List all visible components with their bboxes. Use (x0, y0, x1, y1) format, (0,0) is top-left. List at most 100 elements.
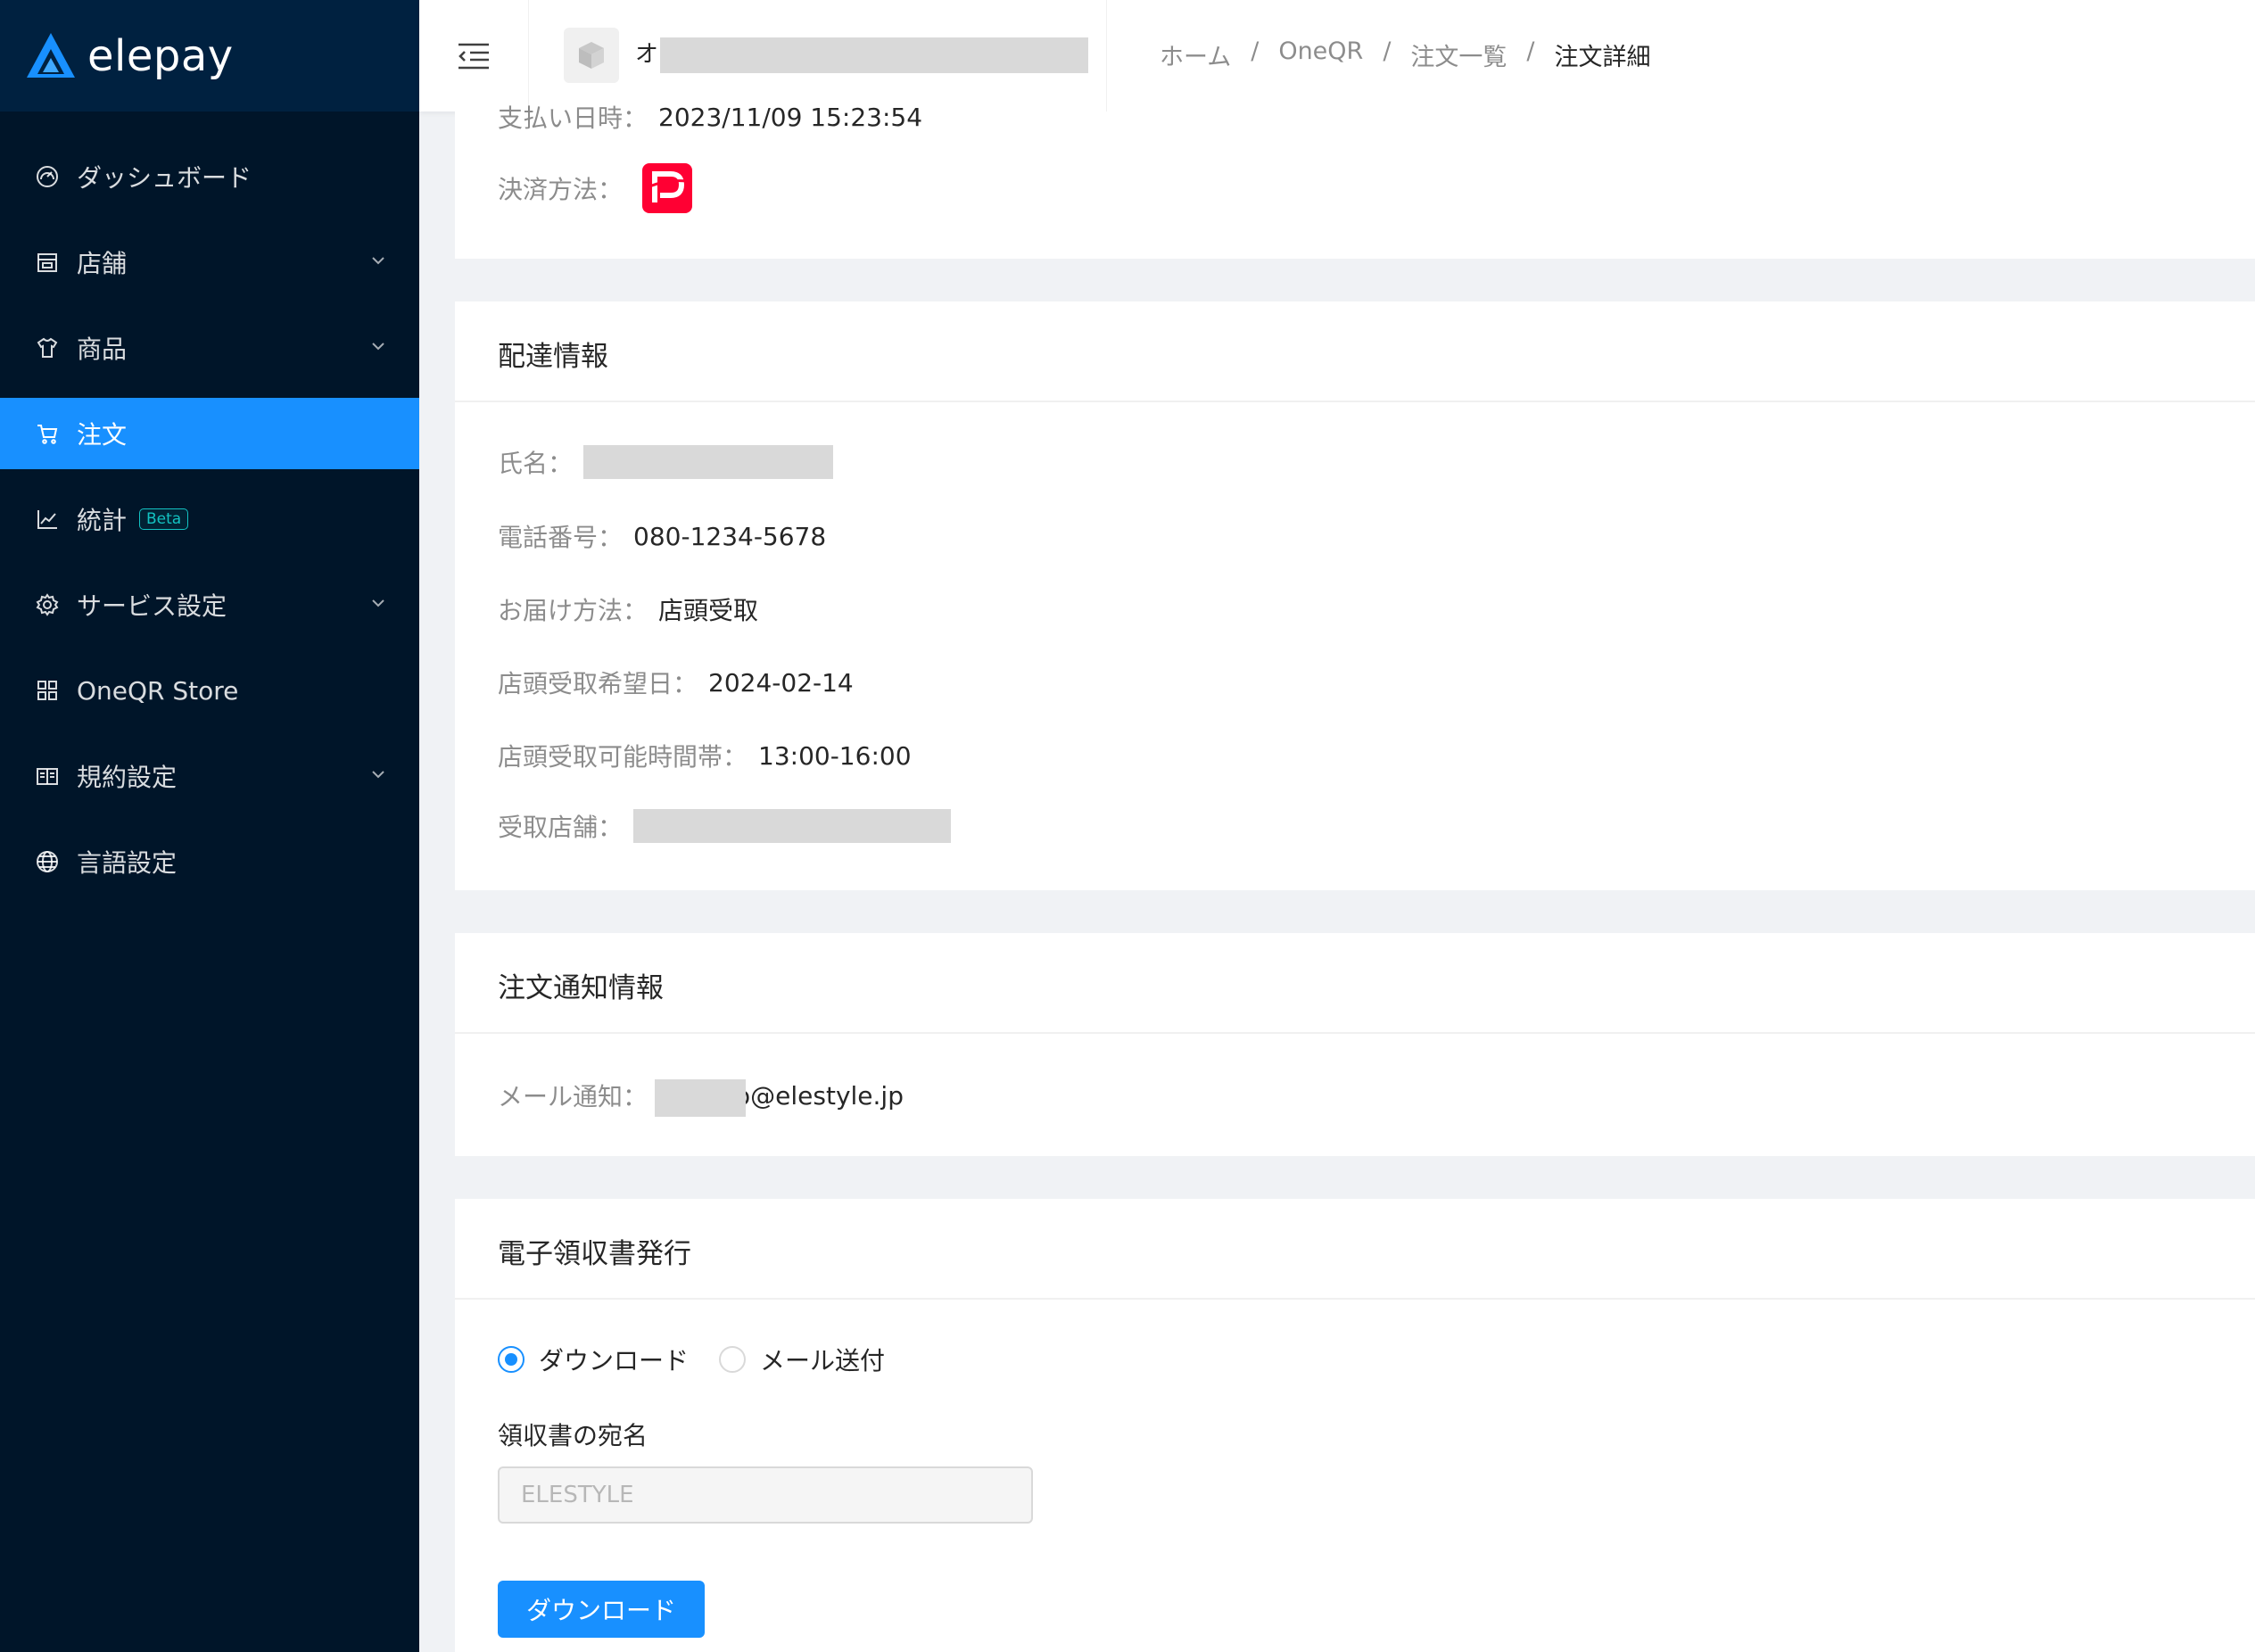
store-selector[interactable]: オ (528, 0, 1107, 112)
chevron-down-icon (372, 343, 384, 351)
sidebar-item-label: 言語設定 (77, 848, 178, 878)
payment-date-value: 2023/11/09 15:23:54 (658, 102, 923, 132)
pickup-store-row: 受取店舗： (498, 808, 952, 844)
redacted-email-local (655, 1078, 747, 1117)
breadcrumb: ホーム / OneQR / 注文一覧 / 注文詳細 (1160, 37, 1651, 72)
paypay-icon (642, 163, 693, 213)
redacted-store-name (660, 37, 1088, 73)
book-icon (34, 763, 61, 789)
radio-download[interactable]: ダウンロード (498, 1342, 689, 1377)
name-label: 氏名： (498, 449, 574, 478)
delivery-title: 配達情報 (498, 341, 608, 373)
sidebar-item-oneqr-store[interactable]: OneQR Store (0, 655, 419, 726)
sidebar-item-label: 規約設定 (77, 763, 178, 792)
payment-date-label: 支払い日時： (498, 103, 648, 133)
sidebar-item-statistics[interactable]: 統計 Beta (0, 483, 419, 555)
radio-email[interactable]: メール送付 (719, 1342, 885, 1377)
sidebar-item-language-settings[interactable]: 言語設定 (0, 826, 419, 897)
addressee-label: 領収書の宛名 (498, 1421, 648, 1450)
menu-fold-button[interactable] (419, 0, 529, 112)
elepay-logo-icon (27, 32, 75, 78)
breadcrumb-separator: / (1526, 37, 1535, 65)
sidebar: elepay ダッシュボード 店舗 商品 注文 統計 Beta サービス設定 O… (0, 0, 419, 1652)
chevron-down-icon (372, 599, 384, 607)
divider (455, 1032, 2255, 1034)
store-avatar (564, 28, 619, 83)
download-button[interactable]: ダウンロード (498, 1581, 705, 1638)
phone-value: 080-1234-5678 (633, 521, 827, 551)
menu-fold-icon (458, 43, 489, 69)
download-button-label: ダウンロード (525, 1596, 676, 1625)
dashboard-icon (34, 163, 61, 190)
email-value: o@elestyle.jp (655, 1078, 904, 1117)
radio-email-circle[interactable] (719, 1346, 747, 1373)
sidebar-item-label: 注文 (77, 420, 128, 450)
phone-row: 電話番号： 080-1234-5678 (498, 518, 826, 554)
name-row: 氏名： (498, 444, 834, 480)
phone-label: 電話番号： (498, 523, 624, 552)
pickup-time-value: 13:00-16:00 (758, 740, 912, 771)
addressee-input-value: ELESTYLE (521, 1482, 634, 1508)
chevron-down-icon (372, 257, 384, 265)
delivery-info-card: 配達情報 氏名： 電話番号： 080-1234-5678 お届け方法： 店頭受取… (455, 301, 2255, 890)
radio-download-label: ダウンロード (539, 1346, 690, 1375)
breadcrumb-home[interactable]: ホーム (1160, 37, 1231, 72)
top-header: オ ホーム / OneQR / 注文一覧 / 注文詳細 (419, 0, 2255, 112)
appstore-icon (34, 677, 61, 704)
beta-badge: Beta (139, 508, 189, 530)
box-icon (579, 42, 604, 69)
e-receipt-card: 電子領収書発行 ダウンロード メール送付 領収書の宛名 ELESTYLE ダウン… (455, 1199, 2255, 1652)
divider (455, 401, 2255, 402)
cart-icon (34, 420, 61, 447)
sidebar-item-dashboard[interactable]: ダッシュボード (0, 141, 419, 212)
sidebar-item-orders[interactable]: 注文 (0, 398, 419, 469)
pickup-time-row: 店頭受取可能時間帯： 13:00-16:00 (498, 738, 912, 773)
sidebar-item-label: 店舗 (77, 249, 128, 278)
order-notification-card: 注文通知情報 メール通知： o@elestyle.jp (455, 933, 2255, 1156)
radio-download-circle[interactable] (498, 1346, 525, 1373)
store-name-initial: オ (635, 41, 659, 68)
logo[interactable]: elepay (0, 0, 419, 112)
payment-method-label: 決済方法： (498, 175, 624, 204)
sidebar-menu: ダッシュボード 店舗 商品 注文 統計 Beta サービス設定 OneQR St… (0, 141, 419, 912)
sidebar-item-label: 統計 (77, 506, 128, 535)
delivery-method-value: 店頭受取 (658, 596, 759, 625)
breadcrumb-order-detail: 注文詳細 (1554, 44, 1651, 71)
notification-title: 注文通知情報 (498, 972, 664, 1004)
pickup-store-label: 受取店舗： (498, 813, 624, 842)
shop-icon (34, 249, 61, 276)
breadcrumb-oneqr[interactable]: OneQR (1278, 37, 1363, 72)
sidebar-item-store[interactable]: 店舗 (0, 227, 419, 298)
breadcrumb-order-list[interactable]: 注文一覧 (1410, 37, 1507, 72)
delivery-method-row: お届け方法： 店頭受取 (498, 591, 758, 627)
logo-text: elepay (87, 30, 234, 81)
receipt-method-radio-group: ダウンロード メール送付 (498, 1342, 885, 1377)
email-notification-label: メール通知： (498, 1082, 648, 1111)
email-notification-row: メール通知： o@elestyle.jp (498, 1076, 904, 1117)
sidebar-item-label: サービス設定 (77, 591, 227, 621)
globe-icon (34, 848, 61, 875)
pickup-date-row: 店頭受取希望日： 2024-02-14 (498, 665, 854, 700)
redacted-store (633, 809, 952, 843)
delivery-method-label: お届け方法： (498, 596, 648, 625)
chevron-down-icon (372, 771, 384, 779)
radio-email-label: メール送付 (760, 1346, 886, 1375)
pickup-date-label: 店頭受取希望日： (498, 669, 698, 698)
sidebar-item-label: 商品 (77, 335, 128, 364)
payment-info-card: 支払い日時： 2023/11/09 15:23:54 決済方法： (455, 103, 2255, 259)
pickup-date-value: 2024-02-14 (708, 667, 854, 698)
sidebar-item-service-settings[interactable]: サービス設定 (0, 569, 419, 640)
sidebar-item-terms-settings[interactable]: 規約設定 (0, 740, 419, 812)
pickup-time-label: 店頭受取可能時間帯： (498, 742, 748, 772)
shirt-icon (34, 335, 61, 361)
gear-icon (34, 591, 61, 618)
breadcrumb-separator: / (1383, 37, 1392, 65)
receipt-title: 電子領収書発行 (498, 1238, 691, 1270)
redacted-name (583, 445, 834, 479)
sidebar-item-label: ダッシュボード (77, 163, 252, 193)
divider (455, 1298, 2255, 1300)
addressee-input[interactable]: ELESTYLE (498, 1466, 1033, 1524)
payment-method-row: 決済方法： (498, 161, 693, 215)
breadcrumb-separator: / (1251, 37, 1260, 65)
sidebar-item-products[interactable]: 商品 (0, 312, 419, 384)
